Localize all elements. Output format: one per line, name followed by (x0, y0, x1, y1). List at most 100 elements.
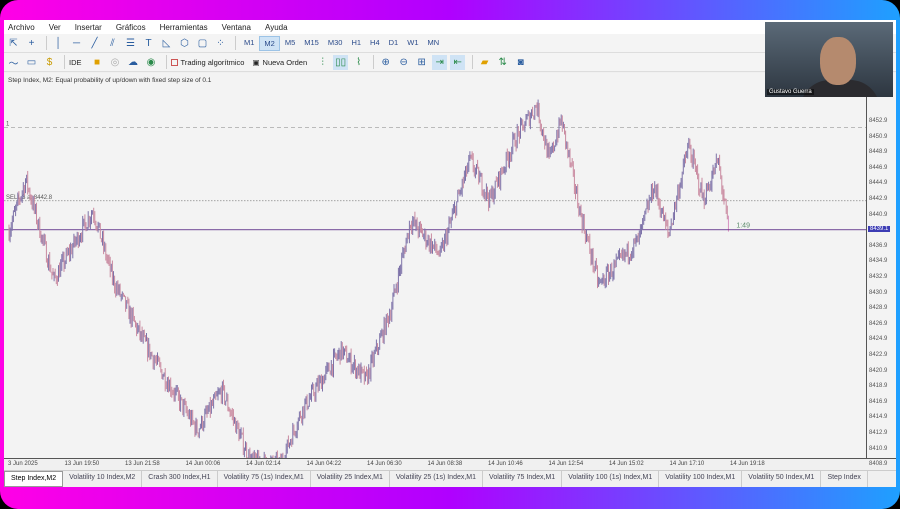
chart-title: Step Index, M2: Equal probability of up/… (8, 77, 212, 84)
chart-tab[interactable]: Step Index,M2 (4, 471, 64, 487)
ide-button[interactable]: IDE (69, 58, 82, 67)
time-tick: 13 Jun 21:58 (125, 461, 160, 467)
price-axis[interactable]: 8452.9 8450.9 8448.9 8446.9 8444.9 8442.9 8440… (866, 73, 896, 467)
rectangle-icon[interactable]: ▢ (195, 36, 210, 51)
price-tick: 8452.9 (869, 118, 888, 124)
timeframe-mn[interactable]: MN (423, 36, 443, 51)
triangle-icon[interactable]: ◺ (159, 36, 174, 51)
algo-status-icon (170, 58, 178, 66)
timeframe-bar: M1 M2 M5 M15 M30 H1 H4 D1 W1 MN (240, 35, 444, 51)
folder-icon[interactable]: ▰ (477, 55, 492, 70)
objects-icon[interactable]: ⁘ (213, 36, 228, 51)
price-tick: 8414.9 (869, 414, 888, 421)
timeframe-m5[interactable]: M5 (281, 36, 299, 51)
new-order-label: Nueva Orden (262, 57, 308, 67)
timeframe-m30[interactable]: M30 (324, 36, 347, 51)
crosshair-icon[interactable]: + (24, 36, 39, 51)
timeframe-m1[interactable]: M1 (240, 36, 258, 51)
timeframe-h1[interactable]: H1 (347, 36, 365, 51)
chart-tab[interactable]: Volatility 25 Index,M1 (311, 471, 390, 487)
fibonacci-icon[interactable]: ☰ (123, 36, 138, 51)
chart-tab[interactable]: Volatility 100 (1s) Index,M1 (562, 471, 660, 487)
candles (8, 99, 728, 476)
price-tick: 8420.9 (869, 367, 888, 374)
chart-tab[interactable]: Volatility 25 (1s) Index,M1 (390, 471, 484, 487)
timeframe-m15[interactable]: M15 (300, 36, 323, 51)
menu-ver[interactable]: Ver (49, 23, 61, 32)
price-tick: 8426.9 (869, 320, 888, 327)
timeframe-w1[interactable]: W1 (403, 36, 422, 51)
chart-canvas[interactable]: 1SELL 3 at 8442.81:49 (4, 73, 866, 476)
shapes-icon[interactable]: ⬡ (177, 36, 192, 51)
price-tick: 8424.9 (869, 336, 888, 343)
algo-trading-button[interactable]: Trading algorítmico (170, 57, 245, 67)
chart-shift-icon[interactable]: ⇤ (450, 54, 466, 70)
vertical-line-icon[interactable]: │ (51, 36, 66, 51)
time-tick: 14 Jun 17:10 (669, 461, 705, 467)
bar-countdown: 1:49 (736, 223, 750, 230)
chart-tab[interactable]: Step Index (821, 471, 868, 487)
cloud-icon[interactable]: ☁ (126, 55, 141, 70)
channel-icon[interactable]: ⫽ (105, 36, 120, 51)
chart-tabs: Step Index,M2 Volatility 10 Index,M2 Crash… (4, 470, 896, 487)
trendline-icon[interactable]: ╱ (87, 36, 102, 51)
toolbar-drawing: ⇱ + │ ─ ╱ ⫽ ☰ T ◺ ⬡ ▢ ⁘ M1 M2 M5 M15 M30 H1 H4… (4, 34, 896, 53)
market-icon[interactable]: ◉ (144, 55, 159, 70)
person-face (820, 37, 856, 85)
indicator-icon[interactable]: 〜 (6, 55, 21, 70)
zoom-in-icon[interactable]: ⊕ (378, 55, 393, 70)
signal-icon[interactable]: ◎ (108, 55, 123, 70)
chart-tab[interactable]: Volatility 50 Index,M1 (742, 471, 822, 487)
price-tick: 8428.9 (869, 305, 888, 312)
horizontal-line-icon[interactable]: ─ (69, 36, 84, 51)
price-tick: 8434.9 (869, 258, 888, 265)
price-tick: 8448.9 (869, 149, 888, 156)
dollar-icon[interactable]: $ (42, 55, 57, 70)
trade-levels-icon[interactable]: ⇅ (495, 55, 510, 70)
new-order-button[interactable]: ▣ Nueva Orden (252, 58, 307, 67)
menu-ayuda[interactable]: Ayuda (265, 23, 288, 32)
time-axis[interactable]: 3 Jun 2025 13 Jun 19:50 13 Jun 21:58 14 Jun… (4, 458, 896, 470)
menu-insertar[interactable]: Insertar (75, 23, 102, 32)
autoscroll-icon[interactable]: ⇥ (432, 54, 448, 70)
candles-icon[interactable]: ▯▯ (333, 54, 349, 70)
time-tick: 14 Jun 12:54 (548, 461, 584, 467)
time-tick: 14 Jun 15:02 (609, 461, 644, 467)
timeframe-h4[interactable]: H4 (366, 36, 384, 51)
price-tick: 8418.9 (869, 383, 888, 390)
webcam-name: Gustavo Guerra (767, 89, 814, 95)
price-tick: 8446.9 (869, 164, 888, 171)
level-line-label: 1 (6, 121, 10, 127)
bar-chart-icon[interactable]: ⫶ (315, 55, 330, 70)
price-tick: 8412.9 (869, 430, 888, 436)
menu-gráficos[interactable]: Gráficos (116, 23, 146, 32)
line-chart-icon[interactable]: ⌇ (351, 55, 366, 70)
text-icon[interactable]: T (141, 36, 156, 51)
algo-label: Trading algorítmico (180, 57, 245, 67)
chart-tab[interactable]: Volatility 10 Index,M2 (63, 471, 143, 487)
zoom-out-icon[interactable]: ⊖ (396, 55, 411, 70)
menu-ventana[interactable]: Ventana (222, 23, 251, 32)
chart-tab[interactable]: Volatility 75 Index,M1 (483, 471, 563, 487)
price-tick: 8430.9 (869, 289, 888, 296)
menu-herramientas[interactable]: Herramientas (160, 23, 208, 32)
screenshot-icon[interactable]: ◙ (513, 55, 528, 70)
time-tick: 14 Jun 06:30 (367, 461, 402, 467)
price-chart[interactable]: 1 SELL 3 at 8442.8 1:49 Step Index, M2: Eq… (4, 73, 866, 476)
time-tick: 14 Jun 19:18 (730, 461, 765, 467)
timeframe-d1[interactable]: D1 (385, 36, 403, 51)
chart-tab[interactable]: Crash 300 Index,H1 (142, 471, 218, 487)
chart-tab[interactable]: Volatility 75 (1s) Index,M1 (218, 471, 311, 487)
toolbar-main: 〜 ▭ $ IDE ■ ◎ ☁ ◉ Trading algorítmico ▣ N… (4, 53, 896, 72)
cursor-icon[interactable]: ⇱ (6, 36, 21, 51)
order-icon: ▣ (252, 57, 260, 67)
template-icon[interactable]: ▭ (24, 55, 39, 70)
menu-archivo[interactable]: Archivo (8, 23, 35, 32)
grid-icon[interactable]: ⊞ (414, 55, 429, 70)
timeframe-m2[interactable]: M2 (259, 35, 280, 51)
price-tick: 8440.9 (869, 211, 888, 218)
price-tick: 8422.9 (869, 352, 888, 358)
lock-icon[interactable]: ■ (90, 55, 105, 70)
time-tick: 14 Jun 00:06 (185, 461, 221, 467)
chart-tab[interactable]: Volatility 100 Index,M1 (659, 471, 743, 487)
